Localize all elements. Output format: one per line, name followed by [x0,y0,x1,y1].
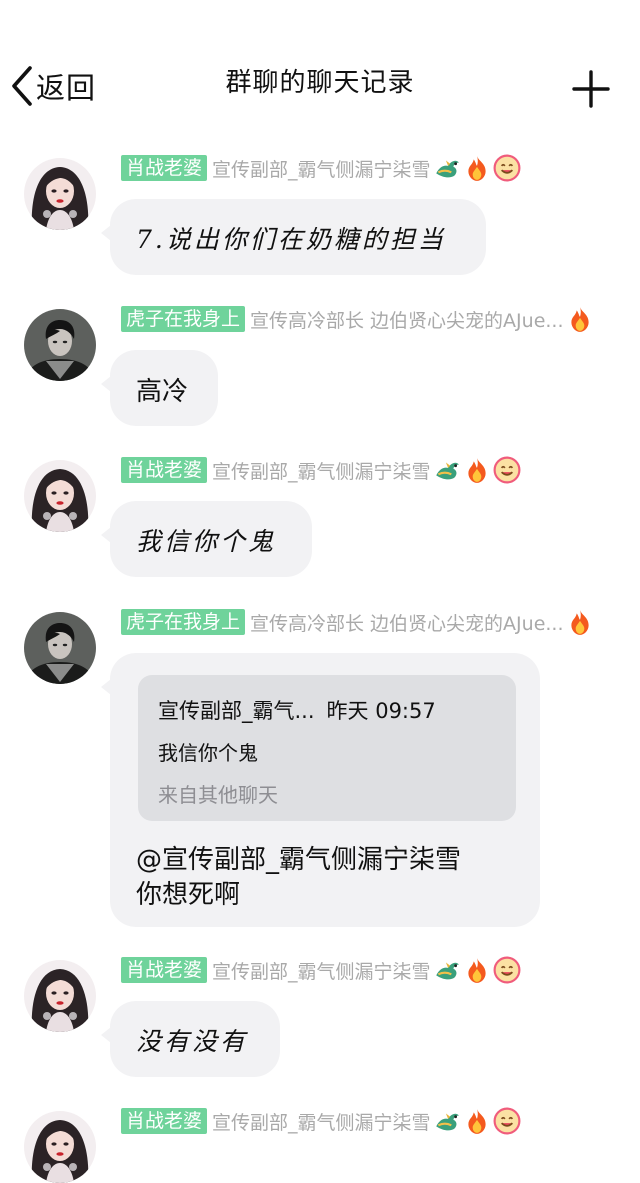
sender-name: 宣传高冷部长 边伯贤心尖宠的AJue... [250,309,564,332]
message-bubble[interactable]: 7.说出你们在奶糖的担当 [101,199,486,275]
add-button[interactable] [568,66,614,112]
message-text: 没有没有 [136,1027,249,1056]
avatar[interactable] [24,309,96,381]
fire-icon [566,608,594,636]
nav-bar: 返回 群聊的聊天记录 [0,0,640,140]
member-tag: 虎子在我身上 [121,306,246,332]
member-tag: 虎子在我身上 [121,609,246,635]
smile-icon [493,154,521,182]
quote-source: 来自其他聊天 [158,783,278,807]
message-text: 7.说出你们在奶糖的担当 [136,225,446,254]
member-tag: 肖战老婆 [121,155,208,181]
avatar[interactable] [24,460,96,532]
plus-icon [568,70,614,116]
message-bubble[interactable]: 高冷 [101,350,218,426]
dragon-icon [433,154,461,182]
quote-time: 昨天 09:57 [326,699,436,723]
message-bubble[interactable]: 宣传副部_霸气... 昨天 09:57 我信你个鬼 来自其他聊天 @宣传副部_霸气… [101,653,540,927]
quoted-message[interactable]: 宣传副部_霸气... 昨天 09:57 我信你个鬼 来自其他聊天 [138,675,516,821]
sender-name: 宣传高冷部长 边伯贤心尖宠的AJue... [250,612,564,635]
message-bubble[interactable]: 没有没有 [101,1001,280,1077]
page-title: 群聊的聊天记录 [225,68,415,98]
avatar[interactable] [24,612,96,684]
message-text: 高冷 [136,377,189,407]
message-text: 我信你个鬼 [136,527,277,556]
fire-icon [463,956,491,984]
sender-name: 宣传副部_霸气侧漏宁柒雪 [212,960,431,983]
sender-line: 虎子在我身上 宣传高冷部长 边伯贤心尖宠的AJue... [121,306,594,332]
reply-text: @宣传副部_霸气侧漏宁柒雪 你想死啊 [136,843,461,913]
fire-icon [566,305,594,333]
sender-name: 宣传副部_霸气侧漏宁柒雪 [212,1111,431,1134]
smile-icon [493,956,521,984]
sender-line: 肖战老婆 宣传副部_霸气侧漏宁柒雪 [121,1108,521,1134]
member-tag: 肖战老婆 [121,957,208,983]
smile-icon [493,456,521,484]
quote-sender: 宣传副部_霸气... [158,699,315,723]
reply-line: 你想死啊 [136,880,241,910]
avatar[interactable] [24,960,96,1032]
quote-text: 我信你个鬼 [158,741,258,765]
member-tag: 肖战老婆 [121,457,208,483]
sender-name: 宣传副部_霸气侧漏宁柒雪 [212,460,431,483]
quote-header: 宣传副部_霸气... 昨天 09:57 [158,695,436,725]
message-bubble[interactable]: 我信你个鬼 [101,501,312,577]
fire-icon [463,456,491,484]
mention-line: @宣传副部_霸气侧漏宁柒雪 [136,845,462,875]
fire-icon [463,1107,491,1135]
sender-line: 肖战老婆 宣传副部_霸气侧漏宁柒雪 [121,457,521,483]
sender-line: 肖战老婆 宣传副部_霸气侧漏宁柒雪 [121,155,521,181]
sender-line: 虎子在我身上 宣传高冷部长 边伯贤心尖宠的AJue... [121,609,594,635]
member-tag: 肖战老婆 [121,1108,208,1134]
dragon-icon [433,956,461,984]
sender-name: 宣传副部_霸气侧漏宁柒雪 [212,158,431,181]
dragon-icon [433,456,461,484]
avatar[interactable] [24,1111,96,1183]
avatar[interactable] [24,158,96,230]
fire-icon [463,154,491,182]
dragon-icon [433,1107,461,1135]
sender-line: 肖战老婆 宣传副部_霸气侧漏宁柒雪 [121,957,521,983]
smile-icon [493,1107,521,1135]
